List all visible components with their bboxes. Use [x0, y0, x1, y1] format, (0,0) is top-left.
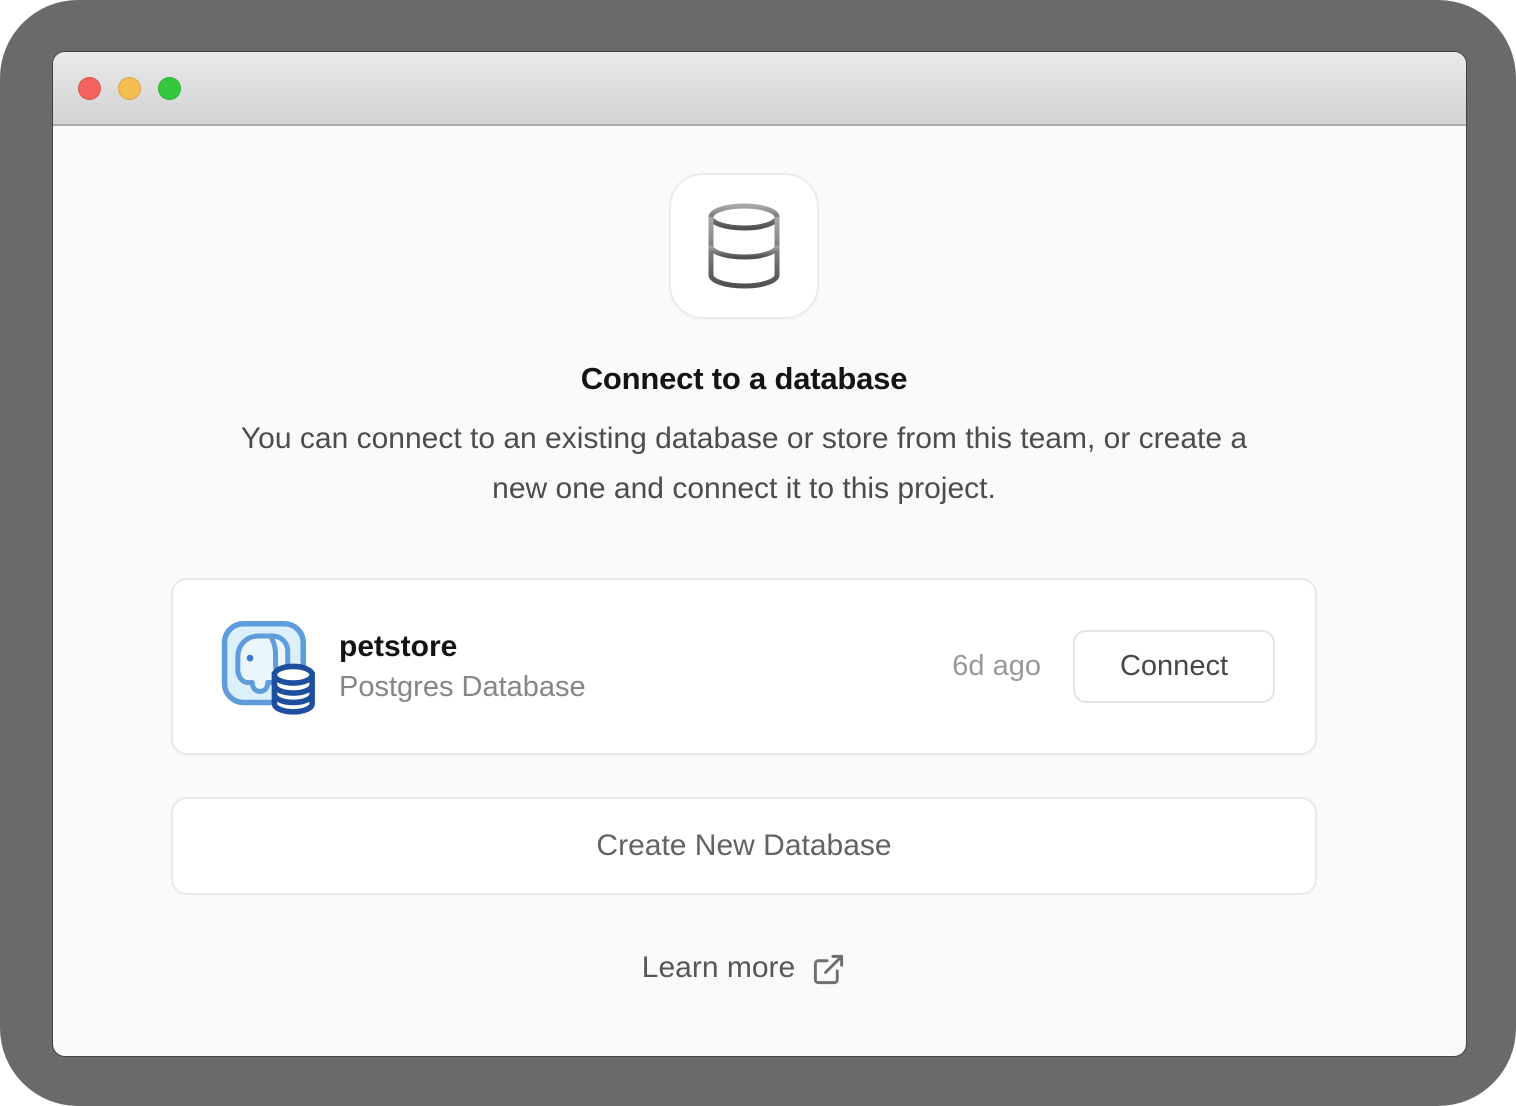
learn-more-label: Learn more	[642, 951, 795, 985]
dialog-description: You can connect to an existing database …	[239, 414, 1249, 514]
dialog-content: Connect to a database You can connect to…	[171, 126, 1317, 987]
database-type: Postgres Database	[339, 671, 586, 704]
dialog-title: Connect to a database	[581, 361, 908, 397]
database-meta: petstore Postgres Database	[339, 630, 586, 704]
database-list-item: petstore Postgres Database 6d ago Connec…	[171, 578, 1317, 755]
database-name: petstore	[339, 630, 586, 664]
connect-button[interactable]: Connect	[1073, 630, 1275, 703]
external-link-icon	[811, 952, 846, 987]
create-new-database-button[interactable]: Create New Database	[171, 797, 1317, 895]
postgres-elephant-icon	[219, 618, 321, 716]
learn-more-link[interactable]: Learn more	[642, 949, 846, 987]
zoom-button[interactable]	[158, 77, 181, 100]
minimize-button[interactable]	[118, 77, 141, 100]
database-icon	[669, 173, 819, 319]
last-used-timestamp: 6d ago	[952, 650, 1041, 683]
screenshot-frame: Connect to a database You can connect to…	[0, 0, 1516, 1106]
close-button[interactable]	[78, 77, 101, 100]
titlebar	[53, 52, 1466, 126]
app-window: Connect to a database You can connect to…	[53, 52, 1466, 1056]
